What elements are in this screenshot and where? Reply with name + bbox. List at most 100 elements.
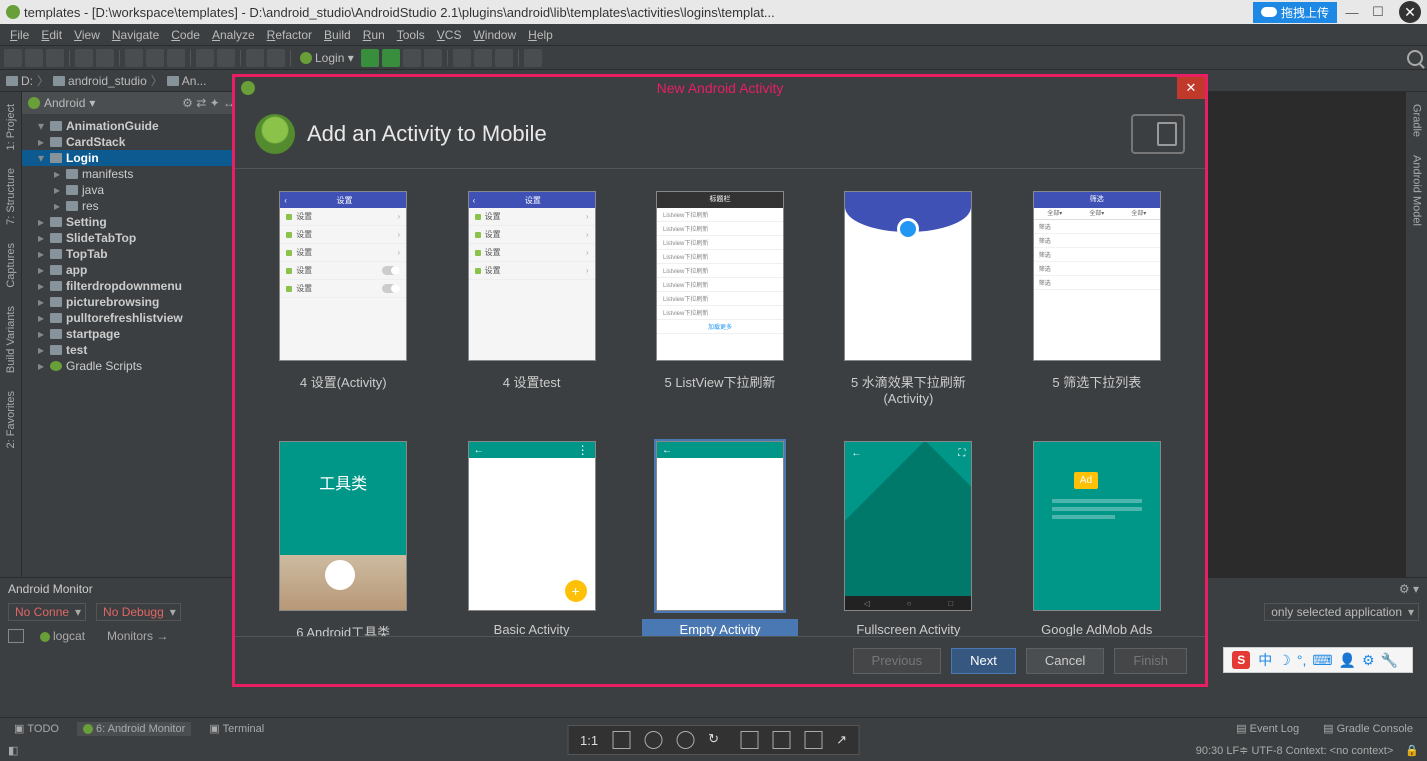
find-icon[interactable] (196, 49, 214, 67)
ime-glyph[interactable]: ☽ (1278, 652, 1291, 668)
finish-button[interactable]: Finish (1114, 648, 1187, 674)
previous-button[interactable]: Previous (853, 648, 942, 674)
run-icon[interactable] (361, 49, 379, 67)
breadcrumb-item[interactable]: android_studio (53, 74, 147, 88)
gradle-console-tab[interactable]: ▤ Gradle Console (1317, 721, 1419, 736)
menu-run[interactable]: Run (357, 26, 391, 44)
breadcrumb-item[interactable]: An... (167, 74, 207, 88)
left-tab-build-variants[interactable]: Build Variants (3, 302, 19, 377)
sogou-icon[interactable]: S (1232, 651, 1250, 669)
right-tab-gradle[interactable]: Gradle (1409, 100, 1425, 141)
menu-vcs[interactable]: VCS (431, 26, 468, 44)
tree-node-java[interactable]: ▸java (22, 182, 241, 198)
todo-tab[interactable]: ▣ TODO (8, 721, 65, 736)
template-listview[interactable]: 标题栏Listview下拉刷新Listview下拉刷新Listview下拉刷新L… (638, 187, 802, 413)
template-admob[interactable]: AdGoogle AdMob Ads Activity (1015, 437, 1179, 636)
ime-glyph[interactable]: ⚙ (1362, 652, 1375, 668)
template-toolkit[interactable]: 工具类6 Android工具类 (261, 437, 425, 636)
save-image-icon[interactable] (740, 731, 758, 749)
right-tab-android-model[interactable]: Android Model (1409, 151, 1425, 230)
fit-icon[interactable] (612, 731, 630, 749)
ime-glyph[interactable]: °, (1297, 652, 1307, 668)
menu-refactor[interactable]: Refactor (261, 26, 318, 44)
status-icon[interactable]: ◧ (8, 744, 18, 757)
project-view-header[interactable]: Android ▾ ⚙ ⇄ ✦ ↔ (22, 92, 241, 114)
tree-node-res[interactable]: ▸res (22, 198, 241, 214)
cancel-button[interactable]: Cancel (1026, 648, 1104, 674)
help-icon[interactable] (524, 49, 542, 67)
bookmark-icon[interactable] (772, 731, 790, 749)
camera-icon[interactable] (8, 629, 24, 643)
ime-glyph[interactable]: 中 (1258, 652, 1272, 668)
tool-window-settings-icon[interactable]: ⚙ ▾ (1399, 582, 1419, 596)
tree-node-startpage[interactable]: ▸startpage (22, 326, 241, 342)
tree-node-toptab[interactable]: ▸TopTab (22, 246, 241, 262)
project-tree[interactable]: ▾AnimationGuide▸CardStack▾Login▸manifest… (22, 114, 241, 577)
tree-node-filterdropdownmenu[interactable]: ▸filterdropdownmenu (22, 278, 241, 294)
redo-icon[interactable] (96, 49, 114, 67)
menu-file[interactable]: File (4, 26, 35, 44)
share-icon[interactable]: ↗ (836, 732, 847, 748)
tree-node-test[interactable]: ▸test (22, 342, 241, 358)
ime-glyph[interactable]: 👤 (1339, 652, 1356, 668)
upload-button[interactable]: 拖拽上传 (1253, 2, 1337, 23)
tree-node-manifests[interactable]: ▸manifests (22, 166, 241, 182)
breadcrumb-item[interactable]: D: (6, 74, 33, 88)
undo-icon[interactable] (75, 49, 93, 67)
back-icon[interactable] (246, 49, 264, 67)
menu-navigate[interactable]: Navigate (106, 26, 165, 44)
tree-node-gradle scripts[interactable]: ▸Gradle Scripts (22, 358, 241, 374)
template-settings[interactable]: ‹设置设置›设置›设置›设置设置4 设置(Activity) (261, 187, 425, 413)
sdk-icon[interactable] (474, 49, 492, 67)
close-window-button[interactable]: ✕ (1399, 1, 1421, 23)
log-filter-selector[interactable]: only selected application (1264, 603, 1419, 621)
tree-node-pulltorefreshlistview[interactable]: ▸pulltorefreshlistview (22, 310, 241, 326)
tree-node-cardstack[interactable]: ▸CardStack (22, 134, 241, 150)
left-tab-7-structure[interactable]: 7: Structure (3, 164, 19, 229)
run-config-selector[interactable]: Login ▾ (296, 51, 358, 65)
menu-view[interactable]: View (68, 26, 106, 44)
menu-code[interactable]: Code (165, 26, 206, 44)
template-settings2[interactable]: ‹设置设置›设置›设置›设置›4 设置test (449, 187, 613, 413)
template-fullscreen[interactable]: ←⛶◁○□Fullscreen Activity (826, 437, 990, 636)
tree-node-login[interactable]: ▾Login (22, 150, 241, 166)
left-tab-1-project[interactable]: 1: Project (3, 100, 19, 154)
phone-icon[interactable] (804, 731, 822, 749)
forward-icon[interactable] (267, 49, 285, 67)
ime-glyph[interactable]: 🔧 (1381, 652, 1398, 668)
template-filter[interactable]: 筛选全部▾全部▾全部▾筛选筛选筛选筛选筛选5 筛选下拉列表 (1015, 187, 1179, 413)
open-icon[interactable] (4, 49, 22, 67)
left-tab-captures[interactable]: Captures (3, 239, 19, 292)
ime-glyph[interactable]: ⌨ (1312, 652, 1332, 668)
terminal-tab[interactable]: ▣ Terminal (203, 721, 270, 736)
tree-node-slidetabtop[interactable]: ▸SlideTabTop (22, 230, 241, 246)
replace-icon[interactable] (217, 49, 235, 67)
zoom-in-icon[interactable] (644, 731, 662, 749)
menu-tools[interactable]: Tools (391, 26, 431, 44)
save-icon[interactable] (25, 49, 43, 67)
debug-icon[interactable] (382, 49, 400, 67)
stop-icon[interactable] (424, 49, 442, 67)
cut-icon[interactable] (125, 49, 143, 67)
lock-icon[interactable]: 🔒 (1405, 744, 1419, 757)
monitors-tab[interactable]: Monitors → (101, 627, 174, 645)
attach-icon[interactable] (403, 49, 421, 67)
tree-node-app[interactable]: ▸app (22, 262, 241, 278)
sync-icon[interactable] (46, 49, 64, 67)
menu-help[interactable]: Help (522, 26, 559, 44)
tree-node-setting[interactable]: ▸Setting (22, 214, 241, 230)
template-drop[interactable]: 5 水滴效果下拉刷新(Activity) (826, 187, 990, 413)
dialog-close-button[interactable]: ✕ (1177, 77, 1205, 99)
maximize-button[interactable]: ☐ (1367, 3, 1389, 21)
avd-icon[interactable] (453, 49, 471, 67)
left-tab-2-favorites[interactable]: 2: Favorites (3, 387, 19, 452)
tree-node-animationguide[interactable]: ▾AnimationGuide (22, 118, 241, 134)
logcat-tab[interactable]: logcat (34, 627, 91, 645)
minimize-button[interactable]: — (1341, 3, 1363, 21)
template-basic[interactable]: ←⋮+Basic Activity (449, 437, 613, 636)
process-selector[interactable]: No Debugg (96, 603, 181, 621)
android-monitor-tab[interactable]: 6: Android Monitor (77, 722, 191, 736)
menu-window[interactable]: Window (467, 26, 522, 44)
paste-icon[interactable] (167, 49, 185, 67)
ddms-icon[interactable] (495, 49, 513, 67)
